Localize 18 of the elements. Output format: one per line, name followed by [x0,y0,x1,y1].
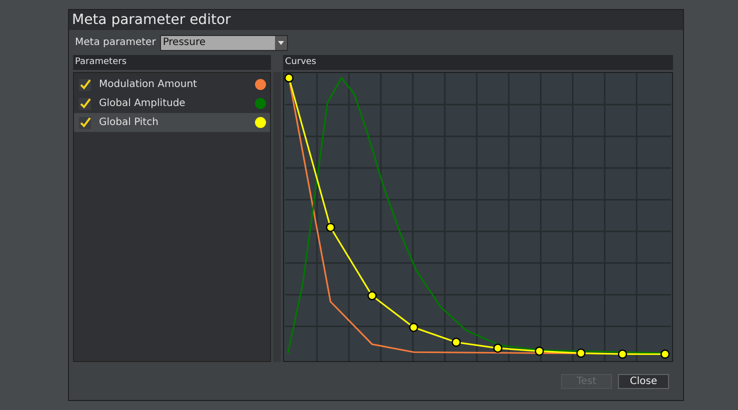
parameter-label: Global Pitch [99,116,160,130]
meta-parameter-label: Meta parameter [75,36,156,50]
curves-header: Curves [285,56,316,69]
parameter-row[interactable]: Global Amplitude [74,94,270,113]
checkbox[interactable] [79,116,91,128]
checkmark-icon [80,98,90,109]
checkmark-icon [80,117,90,128]
dialog-button[interactable]: Close [618,374,669,389]
checkbox[interactable] [79,78,91,90]
meta-parameter-dropdown[interactable]: Pressure [160,34,288,50]
checkbox[interactable] [79,98,91,110]
checkmark-icon [80,79,90,90]
parameters-header: Parameters [75,56,127,69]
window-title: Meta parameter editor [72,13,231,27]
parameter-row[interactable]: Global Pitch [74,113,270,132]
parameter-label: Modulation Amount [99,78,198,92]
parameter-row[interactable]: Modulation Amount [74,75,270,94]
parameter-label: Global Amplitude [99,97,186,111]
